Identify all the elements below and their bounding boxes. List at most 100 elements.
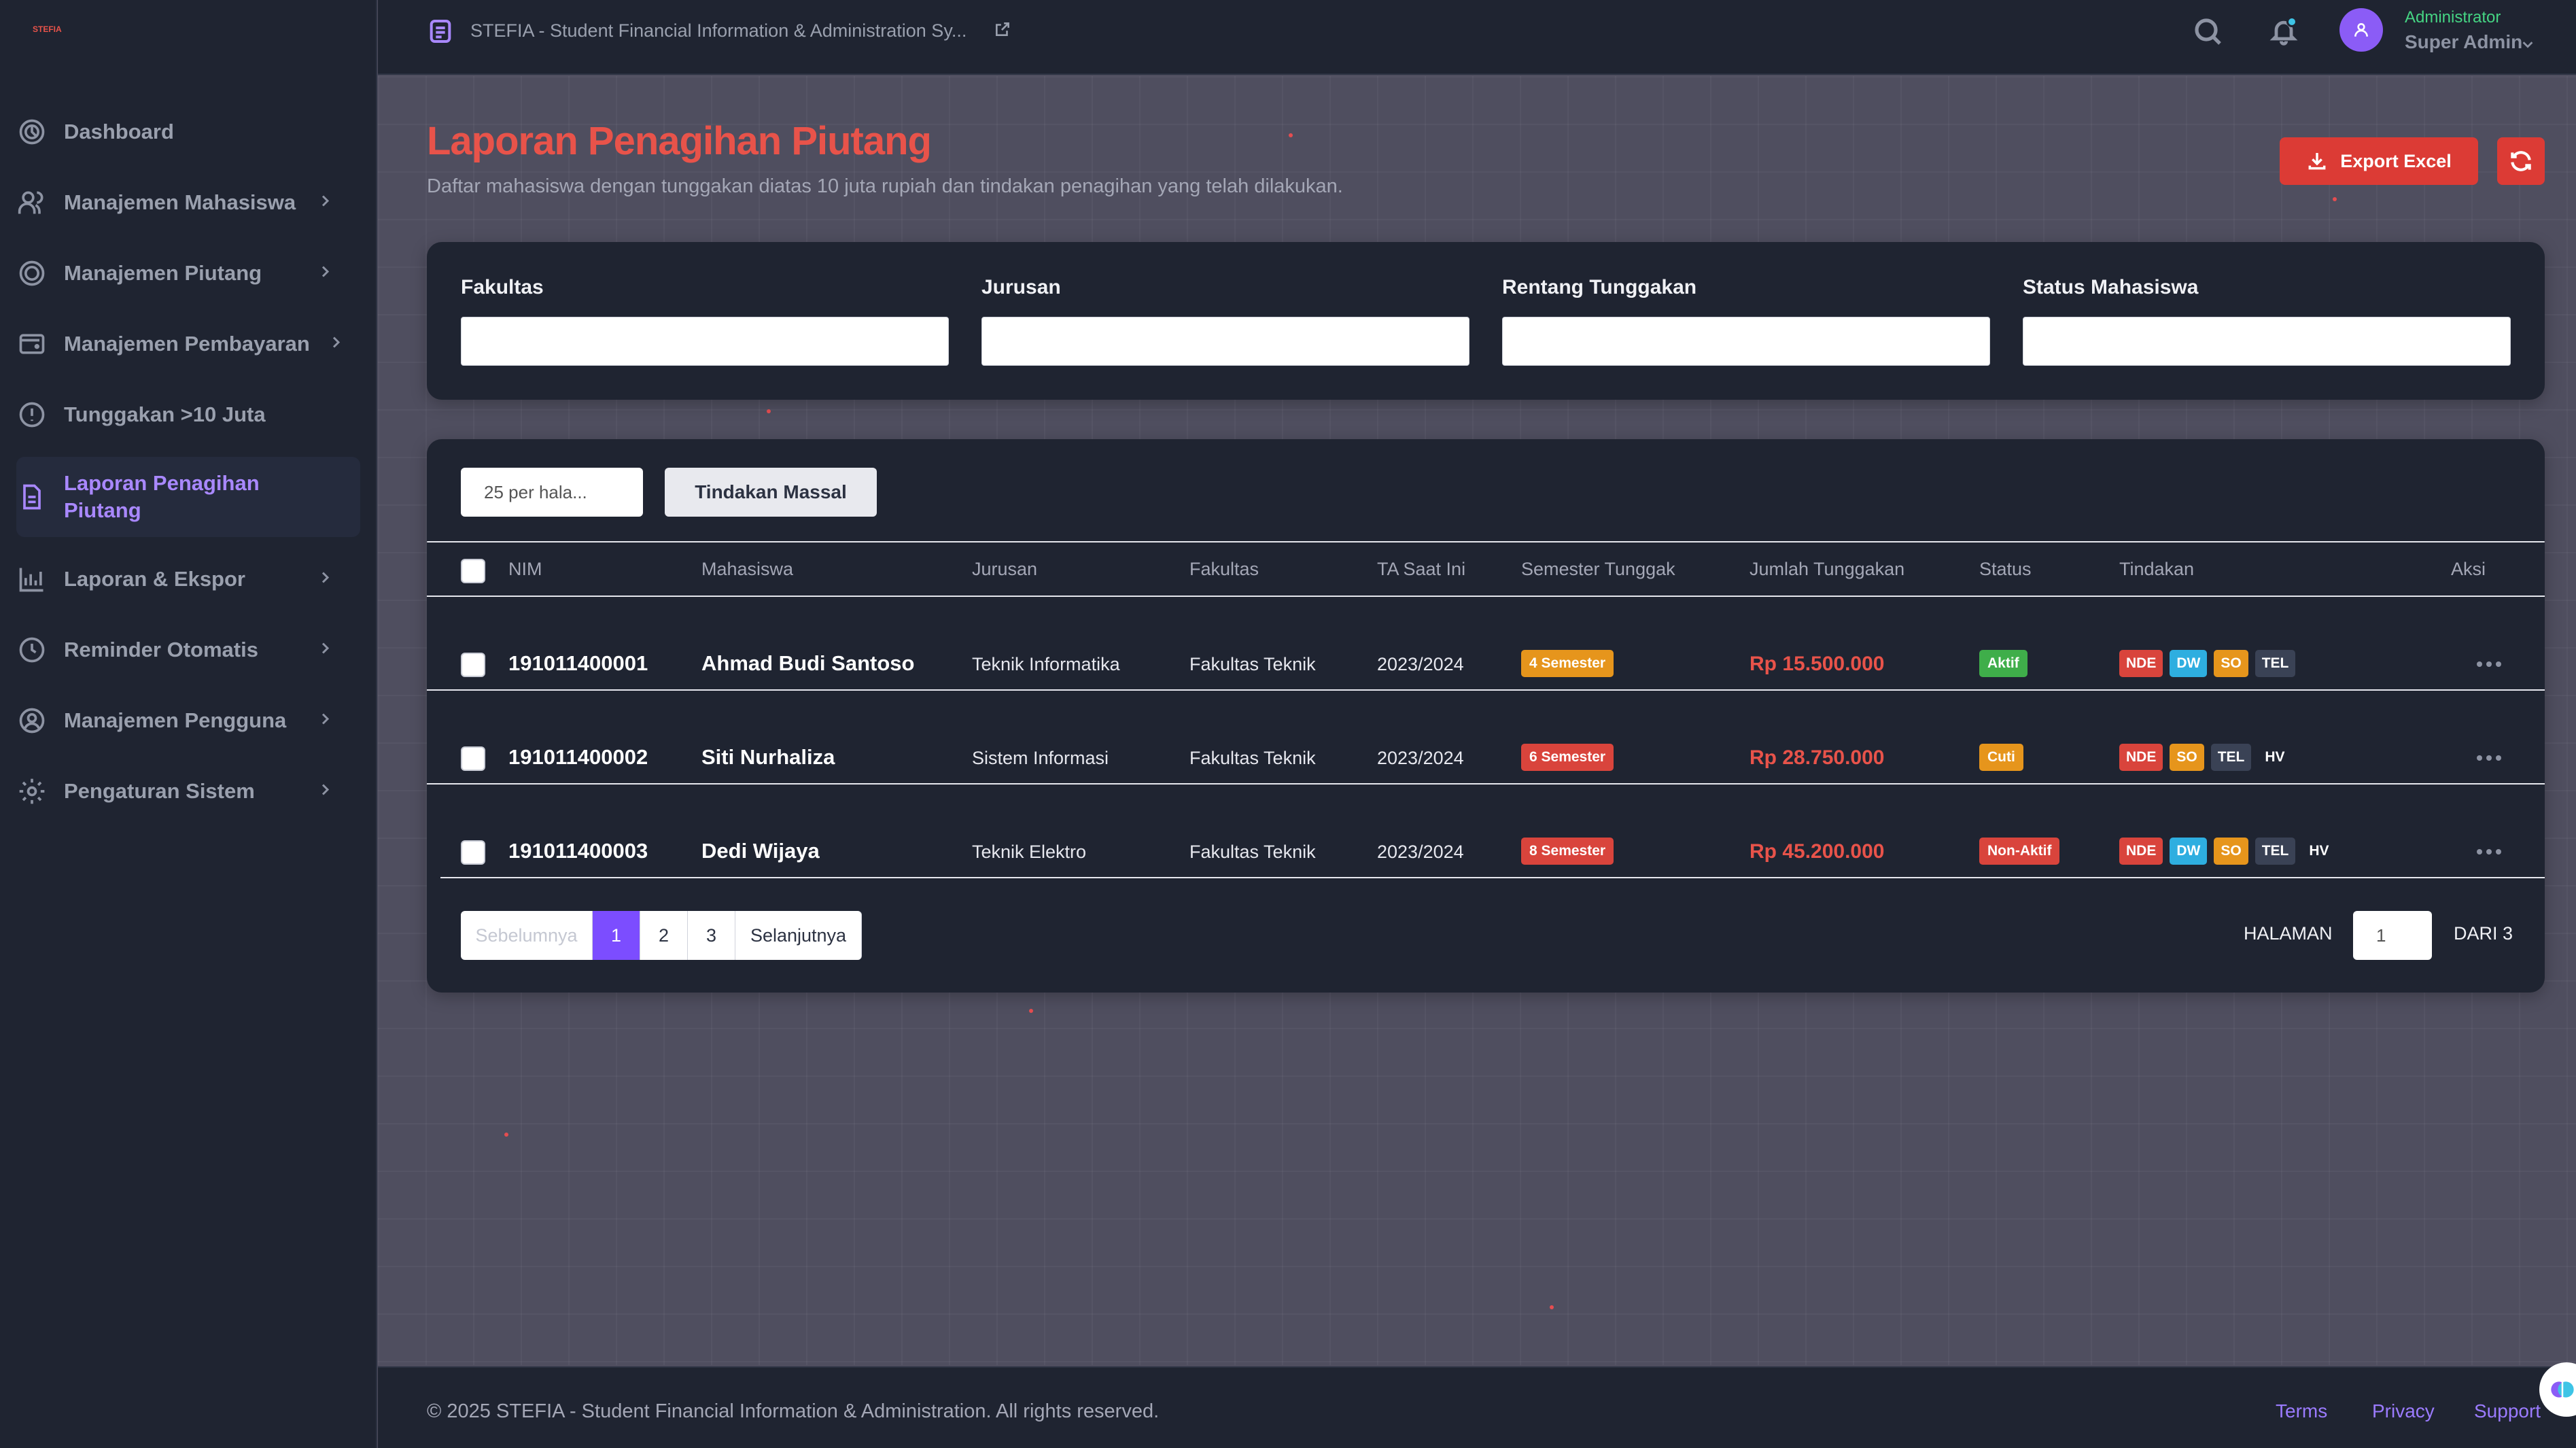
app-title: STEFIA - Student Financial Information &… [470, 20, 967, 41]
decorative-spark [1289, 133, 1293, 137]
sidebar-item-manajemen-piutang[interactable]: Manajemen Piutang [16, 245, 360, 302]
more-actions-icon[interactable] [2475, 753, 2503, 765]
user-name[interactable]: Super Admin [2405, 31, 2522, 53]
cell-mahasiswa[interactable]: Siti Nurhaliza [701, 745, 835, 770]
divider [440, 877, 2545, 878]
row-checkbox[interactable] [461, 746, 485, 771]
header-nim[interactable]: NIM [508, 559, 542, 580]
fakultas-select[interactable] [461, 317, 949, 366]
prev-page-button[interactable]: Sebelumnya [461, 911, 593, 960]
avatar[interactable] [2339, 8, 2383, 52]
cell-mahasiswa[interactable]: Ahmad Budi Santoso [701, 651, 914, 676]
page-subtitle: Daftar mahasiswa dengan tunggakan diatas… [427, 175, 1343, 197]
header-fakultas[interactable]: Fakultas [1189, 559, 1259, 580]
decorative-spark [1550, 1305, 1554, 1309]
filter-label-jurusan: Jurusan [981, 276, 1061, 298]
chevron-down-icon[interactable] [2520, 37, 2535, 55]
sidebar-item-label: Manajemen Piutang [64, 261, 262, 285]
app-logo[interactable]: STEFIA [33, 24, 62, 34]
mass-action-button[interactable]: Tindakan Massal [665, 468, 877, 517]
tag-so: SO [2214, 650, 2248, 677]
sidebar-item-pengaturan[interactable]: Pengaturan Sistem [16, 763, 360, 820]
privacy-link[interactable]: Privacy [2372, 1400, 2435, 1422]
cell-ta: 2023/2024 [1377, 748, 1464, 768]
main-content: Laporan Penagihan Piutang Daftar mahasis… [378, 76, 2576, 1365]
sidebar-item-tunggakan[interactable]: Tunggakan >10 Juta [16, 386, 360, 443]
user-role: Administrator [2405, 8, 2501, 27]
decorative-spark [1029, 1009, 1033, 1013]
export-excel-button[interactable]: Export Excel [2280, 137, 2478, 185]
sidebar-item-laporan-penagihan[interactable]: Laporan Penagihan Piutang [16, 457, 360, 537]
page-title: Laporan Penagihan Piutang [427, 119, 932, 163]
notification-dot [2286, 16, 2297, 27]
coins-icon [16, 258, 48, 289]
divider [427, 596, 2545, 597]
more-actions-icon[interactable] [2475, 659, 2503, 672]
chevron-right-icon [317, 711, 333, 731]
page-1-button[interactable]: 1 [593, 911, 640, 960]
tag-dw: DW [2170, 650, 2208, 677]
download-icon [2308, 153, 2326, 170]
user-icon [2354, 23, 2368, 37]
sidebar-item-label: Laporan & Ekspor [64, 567, 245, 591]
halaman-label: HALAMAN [2244, 923, 2333, 944]
semester-badge: 8 Semester [1521, 838, 1614, 865]
page-2-button[interactable]: 2 [640, 911, 688, 960]
terms-link[interactable]: Terms [2276, 1400, 2327, 1422]
chevron-right-icon [317, 570, 333, 589]
sidebar-item-manajemen-pembayaran[interactable]: Manajemen Pembayaran [16, 315, 360, 373]
tag-tel: TEL [2255, 650, 2296, 677]
header-jumlah[interactable]: Jumlah Tunggakan [1750, 559, 1904, 580]
status-mahasiswa-select[interactable] [2023, 317, 2511, 366]
chevron-right-icon [317, 640, 333, 660]
cell-nim: 191011400002 [508, 745, 648, 769]
cell-fakultas: Fakultas Teknik [1189, 748, 1316, 768]
header-ta[interactable]: TA Saat Ini [1377, 559, 1465, 580]
row-checkbox[interactable] [461, 653, 485, 677]
tag-tel: TEL [2210, 744, 2252, 771]
sidebar-item-reminder[interactable]: Reminder Otomatis [16, 621, 360, 678]
table-card: 25 per hala... Tindakan Massal NIM Mahas… [427, 439, 2545, 993]
cell-mahasiswa[interactable]: Dedi Wijaya [701, 839, 820, 863]
filter-card: Fakultas Jurusan Rentang Tunggakan Statu… [427, 242, 2545, 400]
clock-icon [16, 634, 48, 666]
select-all-checkbox[interactable] [461, 559, 485, 583]
sidebar-item-label: Pengaturan Sistem [64, 779, 255, 803]
status-badge: Non-Aktif [1979, 838, 2060, 865]
header-semester[interactable]: Semester Tunggak [1521, 559, 1675, 580]
semester-badge: 4 Semester [1521, 650, 1614, 677]
sidebar-item-manajemen-pengguna[interactable]: Manajemen Pengguna [16, 692, 360, 749]
user-circle-icon [16, 705, 48, 736]
header-status[interactable]: Status [1979, 559, 2032, 580]
next-page-button[interactable]: Selanjutnya [735, 911, 862, 960]
dashboard-icon [16, 116, 48, 148]
refresh-icon [2511, 151, 2531, 171]
header-jurusan[interactable]: Jurusan [972, 559, 1037, 580]
per-page-select[interactable]: 25 per hala... [461, 468, 643, 517]
document-icon [427, 18, 454, 48]
refresh-button[interactable] [2497, 137, 2545, 185]
cell-ta: 2023/2024 [1377, 654, 1464, 674]
sidebar-item-label: Reminder Otomatis [64, 638, 258, 661]
row-checkbox[interactable] [461, 840, 485, 865]
page-number-input[interactable]: 1 [2353, 911, 2432, 960]
sidebar-item-dashboard[interactable]: Dashboard [16, 103, 360, 160]
support-link[interactable]: Support [2474, 1400, 2541, 1422]
tag-so: SO [2170, 744, 2204, 771]
header-mahasiswa[interactable]: Mahasiswa [701, 559, 793, 580]
sidebar-item-laporan-ekspor[interactable]: Laporan & Ekspor [16, 551, 360, 608]
page-3-button[interactable]: 3 [688, 911, 735, 960]
status-badge: Cuti [1979, 744, 2023, 771]
sidebar-item-manajemen-mahasiswa[interactable]: Manajemen Mahasiswa [16, 174, 360, 231]
jurusan-select[interactable] [981, 317, 1469, 366]
rentang-tunggakan-select[interactable] [1502, 317, 1990, 366]
cell-jurusan: Teknik Elektro [972, 842, 1087, 862]
external-link-icon[interactable] [994, 20, 1011, 41]
status-badge: Aktif [1979, 650, 2027, 677]
tag-hv: HV [2265, 749, 2285, 765]
search-icon[interactable] [2191, 15, 2224, 51]
sidebar-item-label: Tunggakan >10 Juta [64, 402, 266, 426]
more-actions-icon[interactable] [2475, 847, 2503, 859]
tag-nde: NDE [2119, 744, 2163, 771]
header-tindakan: Tindakan [2119, 559, 2195, 579]
